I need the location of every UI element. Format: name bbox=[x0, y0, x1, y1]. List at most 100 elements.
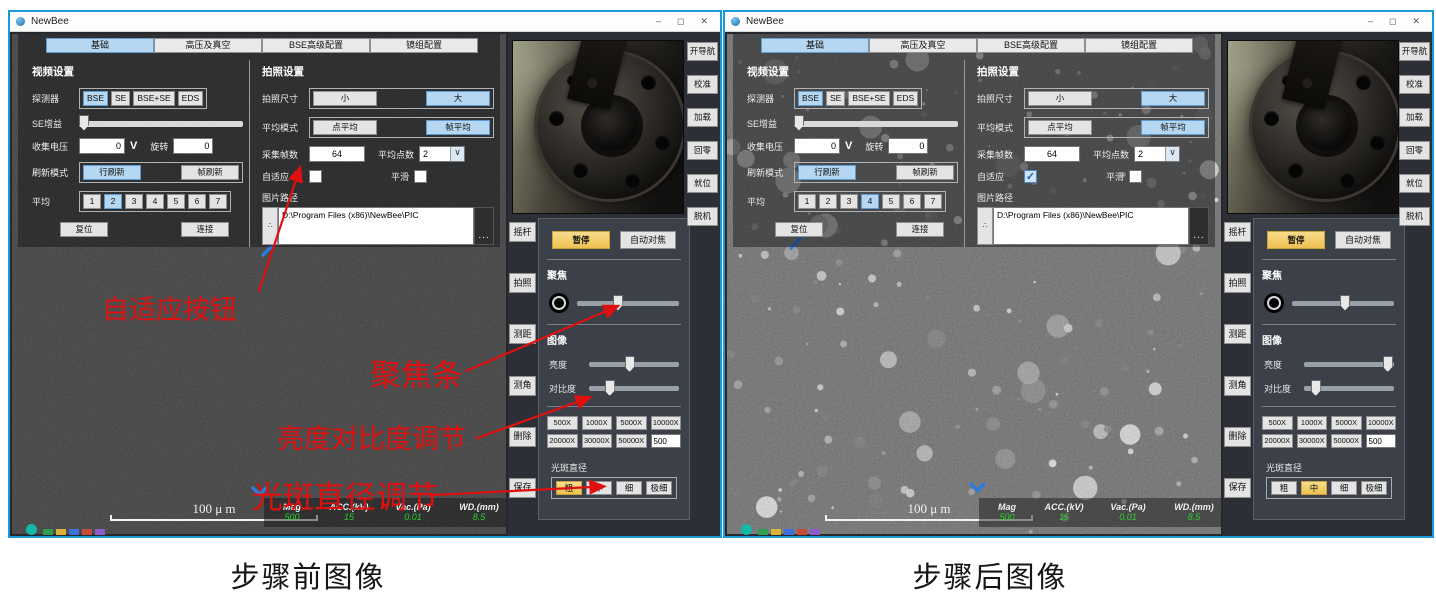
contrast-slider[interactable] bbox=[1304, 386, 1394, 391]
magnification-button[interactable]: 500X bbox=[547, 416, 578, 430]
tab[interactable]: 基础 bbox=[761, 38, 869, 53]
rotate-input[interactable] bbox=[888, 138, 928, 154]
slider-thumb[interactable] bbox=[613, 295, 623, 311]
close-icon[interactable]: ✕ bbox=[1412, 17, 1420, 26]
stage-button[interactable]: 脱机 bbox=[1399, 207, 1430, 226]
average-button[interactable]: 6 bbox=[188, 194, 206, 209]
tool-button[interactable]: 测距 bbox=[509, 324, 536, 344]
average-button[interactable]: 2 bbox=[104, 194, 122, 209]
magnification-button[interactable]: 10000X bbox=[1366, 416, 1397, 430]
maximize-icon[interactable]: ◻ bbox=[1389, 17, 1396, 26]
se-gain-slider[interactable] bbox=[794, 121, 958, 127]
stage-button[interactable]: 加载 bbox=[687, 108, 718, 127]
slider-thumb[interactable] bbox=[1383, 356, 1393, 372]
chevron-down-icon[interactable]: ∨ bbox=[1165, 147, 1179, 161]
average-button[interactable]: 3 bbox=[840, 194, 858, 209]
stage-button[interactable]: 回零 bbox=[687, 141, 718, 160]
magnification-input[interactable] bbox=[1366, 434, 1397, 448]
spot-size-button[interactable]: 极细 bbox=[646, 481, 672, 495]
magnification-button[interactable]: 30000X bbox=[1297, 434, 1328, 448]
tool-button[interactable]: 删除 bbox=[509, 427, 536, 447]
magnification-button[interactable]: 20000X bbox=[547, 434, 578, 448]
spot-size-button[interactable]: 细 bbox=[616, 481, 642, 495]
average-mode-button[interactable]: 帧平均 bbox=[1141, 120, 1205, 135]
average-button[interactable]: 4 bbox=[146, 194, 164, 209]
slider-thumb[interactable] bbox=[794, 115, 804, 131]
chevron-down-icon[interactable]: ∨ bbox=[450, 147, 464, 161]
tool-button[interactable]: 测角 bbox=[1224, 376, 1251, 396]
record-icon[interactable] bbox=[1264, 293, 1284, 313]
tool-button[interactable]: 删除 bbox=[1224, 427, 1251, 447]
spot-size-button[interactable]: 极细 bbox=[1361, 481, 1387, 495]
close-icon[interactable]: ✕ bbox=[700, 17, 708, 26]
rotate-input[interactable] bbox=[173, 138, 213, 154]
image-path-field[interactable]: D:\Program Files (x86)\NewBee\PIC bbox=[278, 207, 474, 245]
autofocus-button[interactable]: 自动对焦 bbox=[620, 231, 676, 249]
record-icon[interactable] bbox=[549, 293, 569, 313]
tab[interactable]: 高压及真空 bbox=[154, 38, 262, 53]
path-tree-icon[interactable]: ∴ bbox=[977, 207, 993, 245]
tool-button[interactable]: 摇杆 bbox=[1224, 222, 1251, 242]
average-button[interactable]: 1 bbox=[83, 194, 101, 209]
smooth-checkbox[interactable] bbox=[1129, 170, 1142, 183]
points-dropdown[interactable]: 2 ∨ bbox=[419, 146, 465, 162]
stage-button[interactable]: 开导航 bbox=[687, 42, 718, 61]
tab[interactable]: BSE高级配置 bbox=[977, 38, 1085, 53]
image-path-field[interactable]: D:\Program Files (x86)\NewBee\PIC bbox=[993, 207, 1189, 245]
tab[interactable]: BSE高级配置 bbox=[262, 38, 370, 53]
stage-button[interactable]: 回零 bbox=[1399, 141, 1430, 160]
reset-button[interactable]: 复位 bbox=[60, 222, 108, 237]
detector-option-button[interactable]: BSE+SE bbox=[133, 91, 174, 106]
stage-button[interactable]: 就位 bbox=[687, 174, 718, 193]
magnification-button[interactable]: 50000X bbox=[1331, 434, 1362, 448]
slider-thumb[interactable] bbox=[625, 356, 635, 372]
slider-thumb[interactable] bbox=[1311, 380, 1321, 396]
magnification-button[interactable]: 1000X bbox=[582, 416, 613, 430]
refresh-mode-button[interactable]: 帧刷新 bbox=[896, 165, 954, 180]
magnification-button[interactable]: 500X bbox=[1262, 416, 1293, 430]
magnification-button[interactable]: 30000X bbox=[582, 434, 613, 448]
pause-button[interactable]: 暂停 bbox=[1267, 231, 1325, 249]
stage-button[interactable]: 加载 bbox=[1399, 108, 1430, 127]
frames-input[interactable] bbox=[1024, 146, 1080, 162]
spot-size-button[interactable]: 中 bbox=[1301, 481, 1327, 495]
tool-button[interactable]: 测距 bbox=[1224, 324, 1251, 344]
spot-size-button[interactable]: 粗 bbox=[556, 481, 582, 495]
spot-size-button[interactable]: 细 bbox=[1331, 481, 1357, 495]
tool-button[interactable]: 拍照 bbox=[509, 273, 536, 293]
browse-button[interactable]: ... bbox=[474, 207, 494, 245]
collect-voltage-input[interactable] bbox=[79, 138, 125, 154]
pause-button[interactable]: 暂停 bbox=[552, 231, 610, 249]
average-mode-button[interactable]: 帧平均 bbox=[426, 120, 490, 135]
tool-button[interactable]: 拍照 bbox=[1224, 273, 1251, 293]
refresh-mode-button[interactable]: 帧刷新 bbox=[181, 165, 239, 180]
tab[interactable]: 高压及真空 bbox=[869, 38, 977, 53]
detector-option-button[interactable]: BSE bbox=[798, 91, 823, 106]
magnification-button[interactable]: 20000X bbox=[1262, 434, 1293, 448]
collect-voltage-input[interactable] bbox=[794, 138, 840, 154]
focus-slider[interactable] bbox=[577, 301, 679, 306]
photo-size-button[interactable]: 小 bbox=[313, 91, 377, 106]
magnification-button[interactable]: 5000X bbox=[1331, 416, 1362, 430]
slider-thumb[interactable] bbox=[605, 380, 615, 396]
detector-option-button[interactable]: SE bbox=[826, 91, 845, 106]
average-button[interactable]: 7 bbox=[924, 194, 942, 209]
connect-button[interactable]: 连接 bbox=[896, 222, 944, 237]
autofocus-button[interactable]: 自动对焦 bbox=[1335, 231, 1391, 249]
photo-size-button[interactable]: 小 bbox=[1028, 91, 1092, 106]
connect-button[interactable]: 连接 bbox=[181, 222, 229, 237]
spot-size-button[interactable]: 中 bbox=[586, 481, 612, 495]
magnification-input[interactable] bbox=[651, 434, 682, 448]
minimize-icon[interactable]: – bbox=[656, 17, 661, 26]
brightness-slider[interactable] bbox=[589, 362, 679, 367]
tab[interactable]: 镜组配置 bbox=[1085, 38, 1193, 53]
average-mode-button[interactable]: 点平均 bbox=[313, 120, 377, 135]
detector-option-button[interactable]: EDS bbox=[178, 91, 203, 106]
spot-size-button[interactable]: 粗 bbox=[1271, 481, 1297, 495]
browse-button[interactable]: ... bbox=[1189, 207, 1209, 245]
stage-button[interactable]: 校准 bbox=[1399, 75, 1430, 94]
tool-button[interactable]: 测角 bbox=[509, 376, 536, 396]
average-button[interactable]: 6 bbox=[903, 194, 921, 209]
detector-option-button[interactable]: BSE bbox=[83, 91, 108, 106]
tab[interactable]: 镜组配置 bbox=[370, 38, 478, 53]
